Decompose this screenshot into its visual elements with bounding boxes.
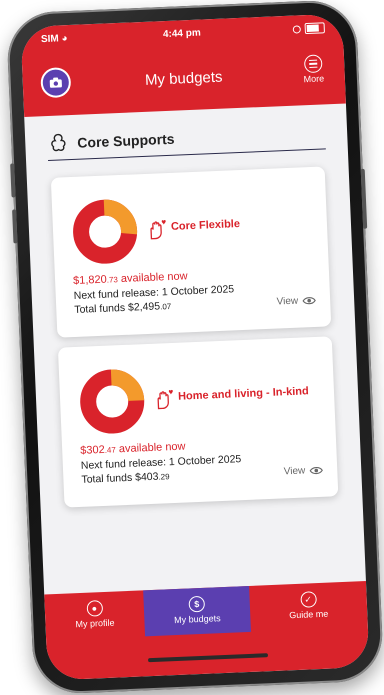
eye-icon <box>309 466 323 475</box>
phone-device: SIM ◕ 4:44 pm My budgets More Core Suppo… <box>5 0 384 695</box>
bottom-tab-bar: ● My profile $ My budgets ✓ Guide me <box>44 581 370 681</box>
view-button[interactable]: View <box>284 465 324 477</box>
battery-icon <box>304 22 325 35</box>
view-button[interactable]: View <box>276 295 316 308</box>
total-funds: Total funds $2,495.07 <box>74 300 172 317</box>
app-screen: SIM ◕ 4:44 pm My budgets More Core Suppo… <box>20 13 370 681</box>
tab-guide-me[interactable]: ✓ Guide me <box>249 581 368 632</box>
alarm-icon <box>292 24 301 34</box>
budget-donut-chart <box>73 199 138 264</box>
tab-label: My budgets <box>173 613 221 626</box>
status-bar: SIM ◕ 4:44 pm <box>21 22 343 51</box>
budget-card-home-and-living[interactable]: Home and living - In-kind $302.47 availa… <box>57 336 339 508</box>
tab-label: My profile <box>75 617 115 630</box>
home-indicator <box>147 653 269 663</box>
next-release-text: Next fund release: 1 October 2025 <box>73 283 235 303</box>
tab-label: Guide me <box>289 608 329 621</box>
hand-heart-icon <box>150 220 166 240</box>
available-amount: $1,820.73 available now <box>72 270 188 288</box>
profile-icon: ● <box>86 600 103 617</box>
tab-my-profile[interactable]: ● My profile <box>44 590 145 640</box>
hand-heart-icon <box>157 389 173 410</box>
dollar-icon: $ <box>188 595 206 613</box>
next-release-text: Next fund release: 1 October 2025 <box>80 453 242 472</box>
more-button[interactable]: More <box>296 54 331 84</box>
tab-my-budgets[interactable]: $ My budgets <box>143 585 251 637</box>
available-amount: $302.47 available now <box>79 440 186 457</box>
menu-icon <box>303 54 323 74</box>
app-header: SIM ◕ 4:44 pm My budgets More <box>20 13 346 117</box>
eye-icon <box>302 297 316 305</box>
section-title: Core Supports <box>77 130 175 151</box>
core-supports-icon <box>51 133 66 152</box>
budget-card-core-flexible[interactable]: Core Flexible $1,820.73 available now Ne… <box>50 166 332 338</box>
status-icons <box>292 22 325 35</box>
more-label: More <box>303 73 325 85</box>
budget-donut-chart <box>80 369 145 434</box>
budget-name: Home and living - In-kind <box>177 385 309 403</box>
section-header: Core Supports <box>46 118 326 161</box>
budget-name: Core Flexible <box>170 218 241 233</box>
total-funds: Total funds $403.29 <box>81 470 170 486</box>
checklist-icon: ✓ <box>299 591 317 608</box>
